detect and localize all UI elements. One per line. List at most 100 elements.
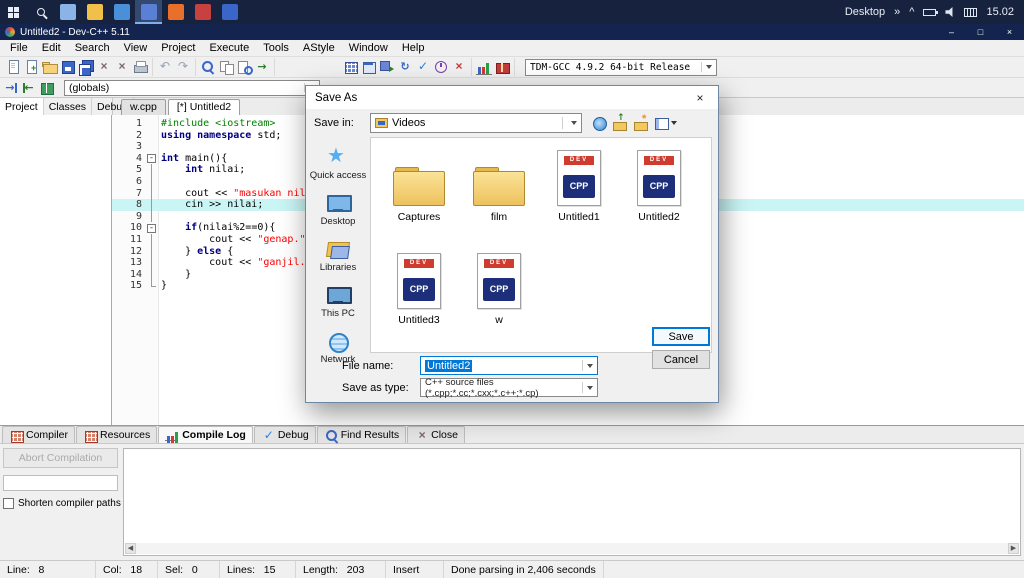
taskbar-clock[interactable]: 15.02 — [986, 6, 1014, 18]
menu-help[interactable]: Help — [395, 41, 432, 55]
menu-edit[interactable]: Edit — [35, 41, 68, 55]
package-manager-icon[interactable] — [493, 58, 511, 76]
rebuild-all-icon[interactable] — [396, 58, 414, 76]
bottom-tab-compiler[interactable]: Compiler — [2, 426, 75, 443]
new-source-icon[interactable] — [5, 58, 23, 76]
find-icon[interactable] — [199, 58, 217, 76]
bottom-tab-debug[interactable]: Debug — [254, 426, 316, 443]
file-list[interactable]: CapturesfilmDEVCPPUntitled1DEVCPPUntitle… — [370, 137, 712, 353]
file-item[interactable]: DEVCPPw — [459, 249, 539, 352]
bottom-tab-compile-log[interactable]: Compile Log — [158, 426, 253, 443]
project-panel[interactable] — [0, 115, 112, 425]
globals-select[interactable]: (globals) — [64, 80, 320, 96]
taskbar-app-dev-cpp[interactable] — [135, 0, 162, 24]
panel-tab-project[interactable]: Project — [0, 98, 44, 115]
close-file-icon[interactable] — [95, 58, 113, 76]
taskbar-app-app-blue[interactable] — [216, 0, 243, 24]
file-name-input[interactable]: Untitled2 — [420, 356, 598, 375]
taskbar-app-app-store[interactable] — [108, 0, 135, 24]
taskbar-app-app-video[interactable] — [54, 0, 81, 24]
file-item[interactable]: DEVCPPUntitled2 — [619, 146, 699, 249]
goto-definition-icon[interactable] — [20, 79, 38, 97]
maximize-button[interactable]: □ — [966, 24, 995, 40]
place-desktop[interactable]: Desktop — [321, 193, 356, 227]
goto-function-icon[interactable] — [38, 79, 56, 97]
open-project-icon[interactable] — [41, 58, 59, 76]
editor-tab[interactable]: [*] Untitled2 — [168, 99, 240, 115]
menu-astyle[interactable]: AStyle — [296, 41, 342, 55]
place-this-pc[interactable]: This PC — [321, 285, 355, 319]
menu-view[interactable]: View — [117, 41, 155, 55]
find-next-icon[interactable] — [235, 58, 253, 76]
up-one-level-icon[interactable] — [612, 115, 628, 131]
close-button[interactable]: × — [995, 24, 1024, 40]
file-item-label: Untitled3 — [398, 314, 439, 326]
panel-tab-classes[interactable]: Classes — [44, 98, 92, 115]
view-menu-icon[interactable] — [654, 115, 677, 131]
delete-profiling-icon[interactable] — [450, 58, 468, 76]
taskbar-app-file-explorer[interactable] — [81, 0, 108, 24]
run-icon[interactable] — [360, 58, 378, 76]
cancel-button[interactable]: Cancel — [652, 350, 710, 369]
scroll-left-icon[interactable]: ◀ — [125, 543, 136, 554]
print-icon[interactable] — [131, 58, 149, 76]
compile-icon[interactable] — [342, 58, 360, 76]
chevrons-icon[interactable]: » — [894, 6, 900, 18]
debug-icon[interactable] — [414, 58, 432, 76]
bottom-tab-close[interactable]: Close — [407, 426, 465, 443]
replace-icon[interactable] — [217, 58, 235, 76]
file-item[interactable]: DEVCPPUntitled3 — [379, 249, 459, 352]
undo-icon[interactable] — [156, 58, 174, 76]
compile-log-area[interactable]: ◀ ▶ — [123, 448, 1021, 556]
save-as-type-select[interactable]: C++ source files (*.cpp;*.cc;*.cxx;*.c++… — [420, 378, 598, 397]
goto-line-icon[interactable] — [253, 58, 271, 76]
go-to-last-folder-icon[interactable] — [591, 115, 607, 131]
dialog-close-icon[interactable]: × — [682, 86, 718, 109]
menu-search[interactable]: Search — [68, 41, 117, 55]
taskbar-search-button[interactable] — [27, 0, 54, 24]
line-number: 1 — [112, 118, 146, 130]
bottom-tab-resources[interactable]: Resources — [76, 426, 157, 443]
save-button[interactable]: Save — [652, 327, 710, 346]
save-all-icon[interactable] — [77, 58, 95, 76]
file-item[interactable]: Captures — [379, 146, 459, 249]
desktop-toolbar-label[interactable]: Desktop — [845, 6, 885, 18]
profiling-analysis-icon[interactable] — [475, 58, 493, 76]
tray-expand-icon[interactable]: ^ — [909, 6, 914, 18]
place-libraries[interactable]: Libraries — [320, 239, 356, 273]
minimize-button[interactable]: – — [937, 24, 966, 40]
start-button[interactable] — [0, 0, 27, 24]
menu-file[interactable]: File — [3, 41, 35, 55]
redo-icon[interactable] — [174, 58, 192, 76]
shorten-paths-option[interactable]: Shorten compiler paths — [3, 498, 118, 509]
taskbar-app-app-flame[interactable] — [162, 0, 189, 24]
fold-toggle-icon[interactable]: - — [147, 224, 156, 233]
save-in-select[interactable]: Videos — [370, 113, 582, 133]
scroll-right-icon[interactable]: ▶ — [1008, 543, 1019, 554]
compile-and-run-icon[interactable] — [378, 58, 396, 76]
compiler-profile-select[interactable]: TDM-GCC 4.9.2 64-bit Release — [525, 59, 717, 76]
menu-window[interactable]: Window — [342, 41, 395, 55]
close-all-icon[interactable] — [113, 58, 131, 76]
volume-icon[interactable] — [945, 7, 955, 17]
editor-tab[interactable]: w.cpp — [121, 99, 166, 115]
taskbar-app-app-red[interactable] — [189, 0, 216, 24]
file-item[interactable]: DEVCPPUntitled1 — [539, 146, 619, 249]
menu-tools[interactable]: Tools — [256, 41, 296, 55]
battery-icon[interactable] — [923, 9, 936, 16]
fold-toggle-icon[interactable]: - — [147, 154, 156, 163]
save-icon[interactable] — [59, 58, 77, 76]
create-new-folder-icon[interactable] — [633, 115, 649, 131]
goto-declaration-icon[interactable] — [2, 79, 20, 97]
touch-keyboard-icon[interactable] — [964, 8, 977, 17]
file-item[interactable]: film — [459, 146, 539, 249]
menu-project[interactable]: Project — [154, 41, 202, 55]
new-project-icon[interactable] — [23, 58, 41, 76]
menu-execute[interactable]: Execute — [202, 41, 256, 55]
shorten-paths-checkbox[interactable] — [3, 498, 14, 509]
place-network[interactable]: Network — [321, 331, 356, 365]
bottom-tab-find-results[interactable]: Find Results — [317, 426, 406, 443]
profile-icon[interactable] — [432, 58, 450, 76]
place-quick-access[interactable]: Quick access — [310, 147, 367, 181]
horizontal-scrollbar[interactable]: ◀ ▶ — [125, 543, 1019, 554]
